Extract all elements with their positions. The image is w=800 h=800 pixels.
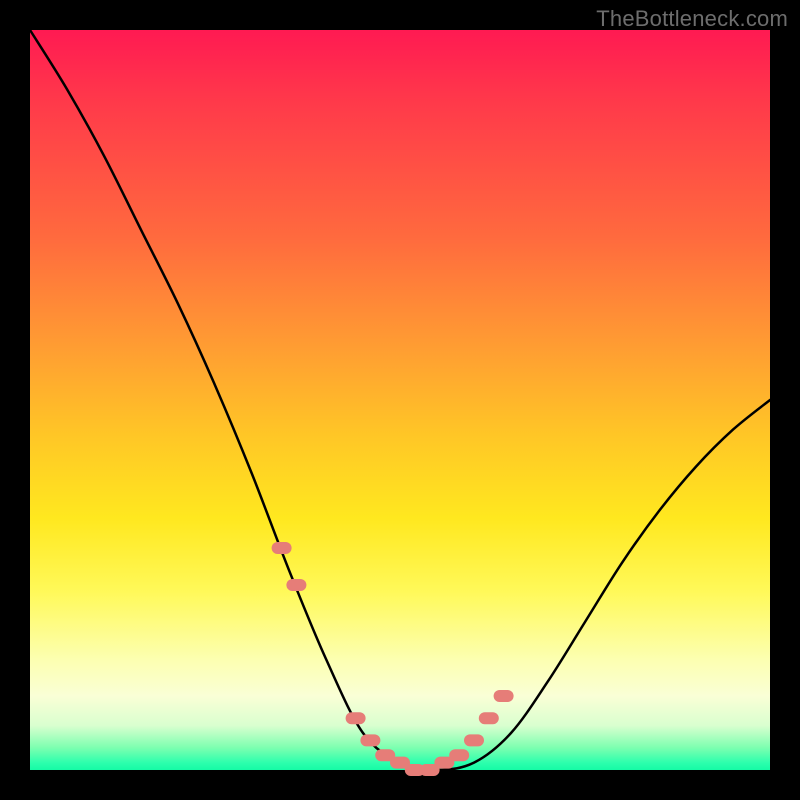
highlight-point (479, 712, 499, 724)
highlight-point (464, 734, 484, 746)
highlight-point (494, 690, 514, 702)
highlight-point (360, 734, 380, 746)
bottleneck-curve (30, 30, 770, 770)
watermark-text: TheBottleneck.com (596, 6, 788, 32)
plot-area (30, 30, 770, 770)
bottleneck-curve-svg (30, 30, 770, 770)
curve-group (30, 30, 770, 770)
highlight-points (272, 542, 514, 776)
highlight-point (286, 579, 306, 591)
highlight-point (449, 749, 469, 761)
highlight-point (272, 542, 292, 554)
highlight-point (346, 712, 366, 724)
chart-frame: TheBottleneck.com (0, 0, 800, 800)
